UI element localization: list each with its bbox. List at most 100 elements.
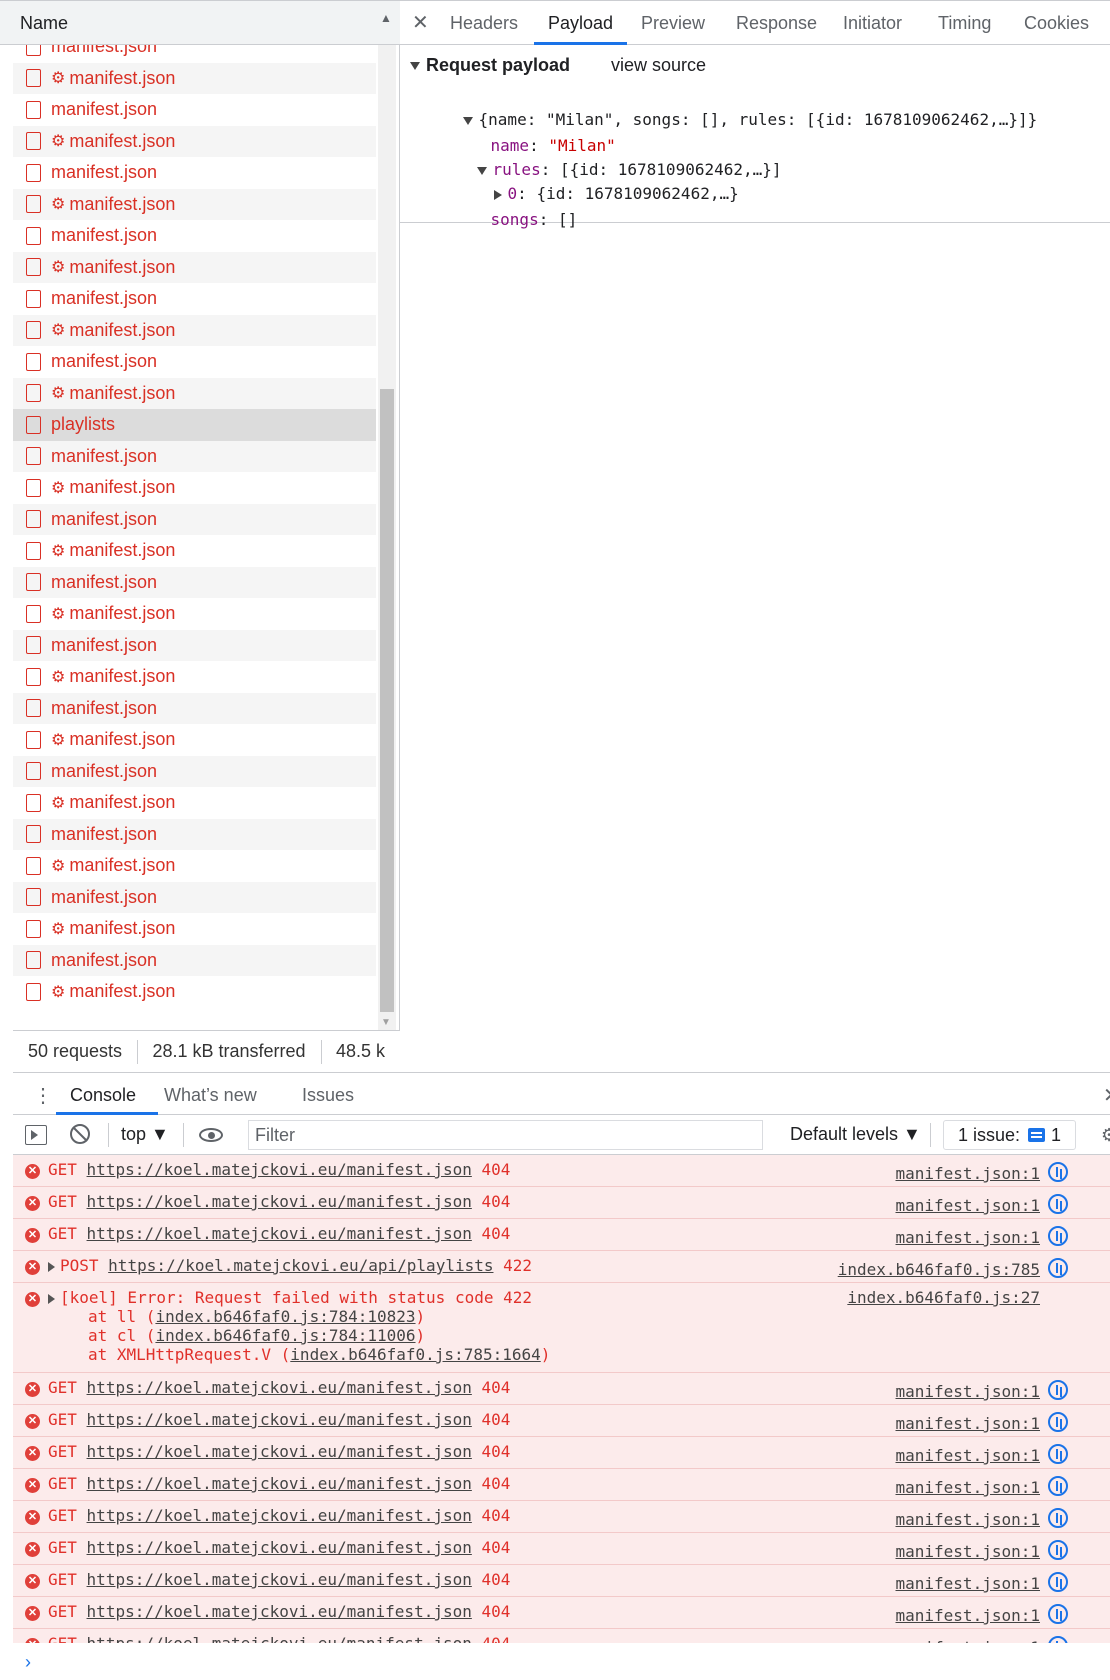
request-url-link[interactable]: https://koel.matejckovi.eu/manifest.json xyxy=(87,1474,472,1493)
source-link[interactable]: index.b646faf0.js:785 xyxy=(838,1260,1040,1279)
source-link[interactable]: manifest.json:1 xyxy=(896,1414,1041,1433)
request-row[interactable]: manifest.json xyxy=(13,629,376,661)
source-link[interactable]: manifest.json:1 xyxy=(896,1510,1041,1529)
tab-whats-new[interactable]: What’s new xyxy=(164,1085,257,1106)
request-row[interactable]: ⚙ manifest.json xyxy=(13,472,376,504)
source-link[interactable]: manifest.json:1 xyxy=(896,1228,1041,1247)
issues-counter-button[interactable]: 1 issue: 1 xyxy=(943,1120,1077,1150)
request-row[interactable]: manifest.json xyxy=(13,944,376,976)
name-column-header[interactable]: Name ▲ xyxy=(0,0,400,45)
network-request-icon[interactable] xyxy=(1048,1412,1068,1432)
request-row[interactable]: ⚙ manifest.json xyxy=(13,598,376,630)
network-request-icon[interactable] xyxy=(1048,1162,1068,1182)
request-url-link[interactable]: https://koel.matejckovi.eu/manifest.json xyxy=(87,1224,472,1243)
console-prompt[interactable]: › xyxy=(13,1643,1110,1680)
request-row[interactable]: manifest.json xyxy=(13,45,376,63)
request-row[interactable]: manifest.json xyxy=(13,503,376,535)
network-request-icon[interactable] xyxy=(1048,1444,1068,1464)
tab-response[interactable]: Response xyxy=(736,13,817,34)
request-url-link[interactable]: https://koel.matejckovi.eu/manifest.json xyxy=(87,1442,472,1461)
source-link[interactable]: manifest.json:1 xyxy=(896,1196,1041,1215)
console-network-error-message[interactable]: ✕GET https://koel.matejckovi.eu/manifest… xyxy=(13,1533,1110,1565)
console-network-error-message[interactable]: ✕GET https://koel.matejckovi.eu/manifest… xyxy=(13,1437,1110,1469)
payload-section-toggle[interactable]: Request payload xyxy=(410,55,570,76)
request-row[interactable]: manifest.json xyxy=(13,881,376,913)
request-row[interactable]: playlists xyxy=(13,409,376,441)
network-request-icon[interactable] xyxy=(1048,1572,1068,1592)
request-url-link[interactable]: https://koel.matejckovi.eu/api/playlists xyxy=(108,1256,493,1275)
request-row[interactable]: ⚙ manifest.json xyxy=(13,314,376,346)
request-row[interactable]: manifest.json xyxy=(13,818,376,850)
network-request-icon[interactable] xyxy=(1048,1380,1068,1400)
expand-triangle-icon[interactable] xyxy=(48,1261,55,1272)
stack-frame-link[interactable]: index.b646faf0.js:784:11006 xyxy=(155,1326,415,1345)
request-row[interactable]: manifest.json xyxy=(13,440,376,472)
request-row[interactable]: manifest.json xyxy=(13,157,376,189)
request-url-link[interactable]: https://koel.matejckovi.eu/manifest.json xyxy=(87,1410,472,1429)
request-url-link[interactable]: https://koel.matejckovi.eu/manifest.json xyxy=(87,1378,472,1397)
tab-preview[interactable]: Preview xyxy=(641,13,705,34)
request-list-scroll-thumb[interactable] xyxy=(380,389,394,1012)
console-network-error-message[interactable]: ✕GET https://koel.matejckovi.eu/manifest… xyxy=(13,1629,1110,1643)
request-row[interactable]: manifest.json xyxy=(13,692,376,724)
tab-initiator[interactable]: Initiator xyxy=(843,13,902,34)
request-row[interactable]: ⚙ manifest.json xyxy=(13,850,376,882)
request-row[interactable]: ⚙ manifest.json xyxy=(13,188,376,220)
more-options-icon[interactable]: ⋮ xyxy=(33,1083,53,1108)
request-row[interactable]: ⚙ manifest.json xyxy=(13,62,376,94)
request-row[interactable]: ⚙ manifest.json xyxy=(13,976,376,1008)
source-link[interactable]: index.b646faf0.js:27 xyxy=(847,1288,1040,1307)
request-row[interactable]: ⚙ manifest.json xyxy=(13,913,376,945)
network-request-icon[interactable] xyxy=(1048,1226,1068,1246)
network-request-icon[interactable] xyxy=(1048,1194,1068,1214)
show-sidebar-icon[interactable] xyxy=(25,1125,47,1145)
stack-frame-link[interactable]: index.b646faf0.js:785:1664 xyxy=(290,1345,540,1364)
request-row[interactable]: manifest.json xyxy=(13,220,376,252)
network-request-icon[interactable] xyxy=(1048,1540,1068,1560)
request-row[interactable]: ⚙ manifest.json xyxy=(13,535,376,567)
request-url-link[interactable]: https://koel.matejckovi.eu/manifest.json xyxy=(87,1160,472,1179)
console-network-error-message[interactable]: ✕GET https://koel.matejckovi.eu/manifest… xyxy=(13,1219,1110,1251)
request-row[interactable]: manifest.json xyxy=(13,283,376,315)
close-drawer-icon[interactable]: ✕ xyxy=(1103,1083,1110,1108)
tab-console[interactable]: Console xyxy=(70,1085,136,1106)
request-row[interactable]: manifest.json xyxy=(13,94,376,126)
request-row[interactable]: manifest.json xyxy=(13,346,376,378)
source-link[interactable]: manifest.json:1 xyxy=(896,1606,1041,1625)
scroll-down-arrow-icon[interactable]: ▼ xyxy=(381,1017,391,1028)
request-row[interactable]: ⚙ manifest.json xyxy=(13,125,376,157)
source-link[interactable]: manifest.json:1 xyxy=(896,1164,1041,1183)
network-request-icon[interactable] xyxy=(1048,1508,1068,1528)
network-request-icon[interactable] xyxy=(1048,1636,1068,1643)
tab-payload[interactable]: Payload xyxy=(548,13,613,34)
tab-headers[interactable]: Headers xyxy=(450,13,518,34)
console-network-error-message[interactable]: ✕GET https://koel.matejckovi.eu/manifest… xyxy=(13,1469,1110,1501)
sort-ascending-icon[interactable]: ▲ xyxy=(380,11,392,25)
tab-cookies[interactable]: Cookies xyxy=(1024,13,1089,34)
request-row[interactable]: manifest.json xyxy=(13,566,376,598)
tab-timing[interactable]: Timing xyxy=(938,13,991,34)
expand-triangle-icon[interactable] xyxy=(48,1293,55,1304)
request-row[interactable]: manifest.json xyxy=(13,755,376,787)
request-row[interactable]: ⚙ manifest.json xyxy=(13,251,376,283)
request-url-link[interactable]: https://koel.matejckovi.eu/manifest.json xyxy=(87,1634,472,1643)
console-network-error-message[interactable]: ✕GET https://koel.matejckovi.eu/manifest… xyxy=(13,1597,1110,1629)
request-url-link[interactable]: https://koel.matejckovi.eu/manifest.json xyxy=(87,1506,472,1525)
request-list-scrollbar[interactable]: ▼ xyxy=(378,45,396,1030)
console-network-error-message[interactable]: ✕GET https://koel.matejckovi.eu/manifest… xyxy=(13,1155,1110,1187)
log-levels-dropdown[interactable]: Default levels ▼ xyxy=(790,1124,921,1145)
source-link[interactable]: manifest.json:1 xyxy=(896,1574,1041,1593)
console-network-error-message[interactable]: ✕GET https://koel.matejckovi.eu/manifest… xyxy=(13,1405,1110,1437)
request-url-link[interactable]: https://koel.matejckovi.eu/manifest.json xyxy=(87,1192,472,1211)
network-request-icon[interactable] xyxy=(1048,1476,1068,1496)
console-network-error-message[interactable]: ✕GET https://koel.matejckovi.eu/manifest… xyxy=(13,1373,1110,1405)
console-settings-gear-icon[interactable]: ⚙ xyxy=(1101,1125,1110,1146)
console-network-error-message[interactable]: ✕GET https://koel.matejckovi.eu/manifest… xyxy=(13,1187,1110,1219)
source-link[interactable]: manifest.json:1 xyxy=(896,1478,1041,1497)
console-network-error-message[interactable]: ✕GET https://koel.matejckovi.eu/manifest… xyxy=(13,1565,1110,1597)
context-selector[interactable]: top ▼ xyxy=(121,1124,169,1145)
console-network-error-message[interactable]: ✕GET https://koel.matejckovi.eu/manifest… xyxy=(13,1501,1110,1533)
request-url-link[interactable]: https://koel.matejckovi.eu/manifest.json xyxy=(87,1538,472,1557)
view-source-link[interactable]: view source xyxy=(611,55,706,76)
request-row[interactable]: ⚙ manifest.json xyxy=(13,787,376,819)
